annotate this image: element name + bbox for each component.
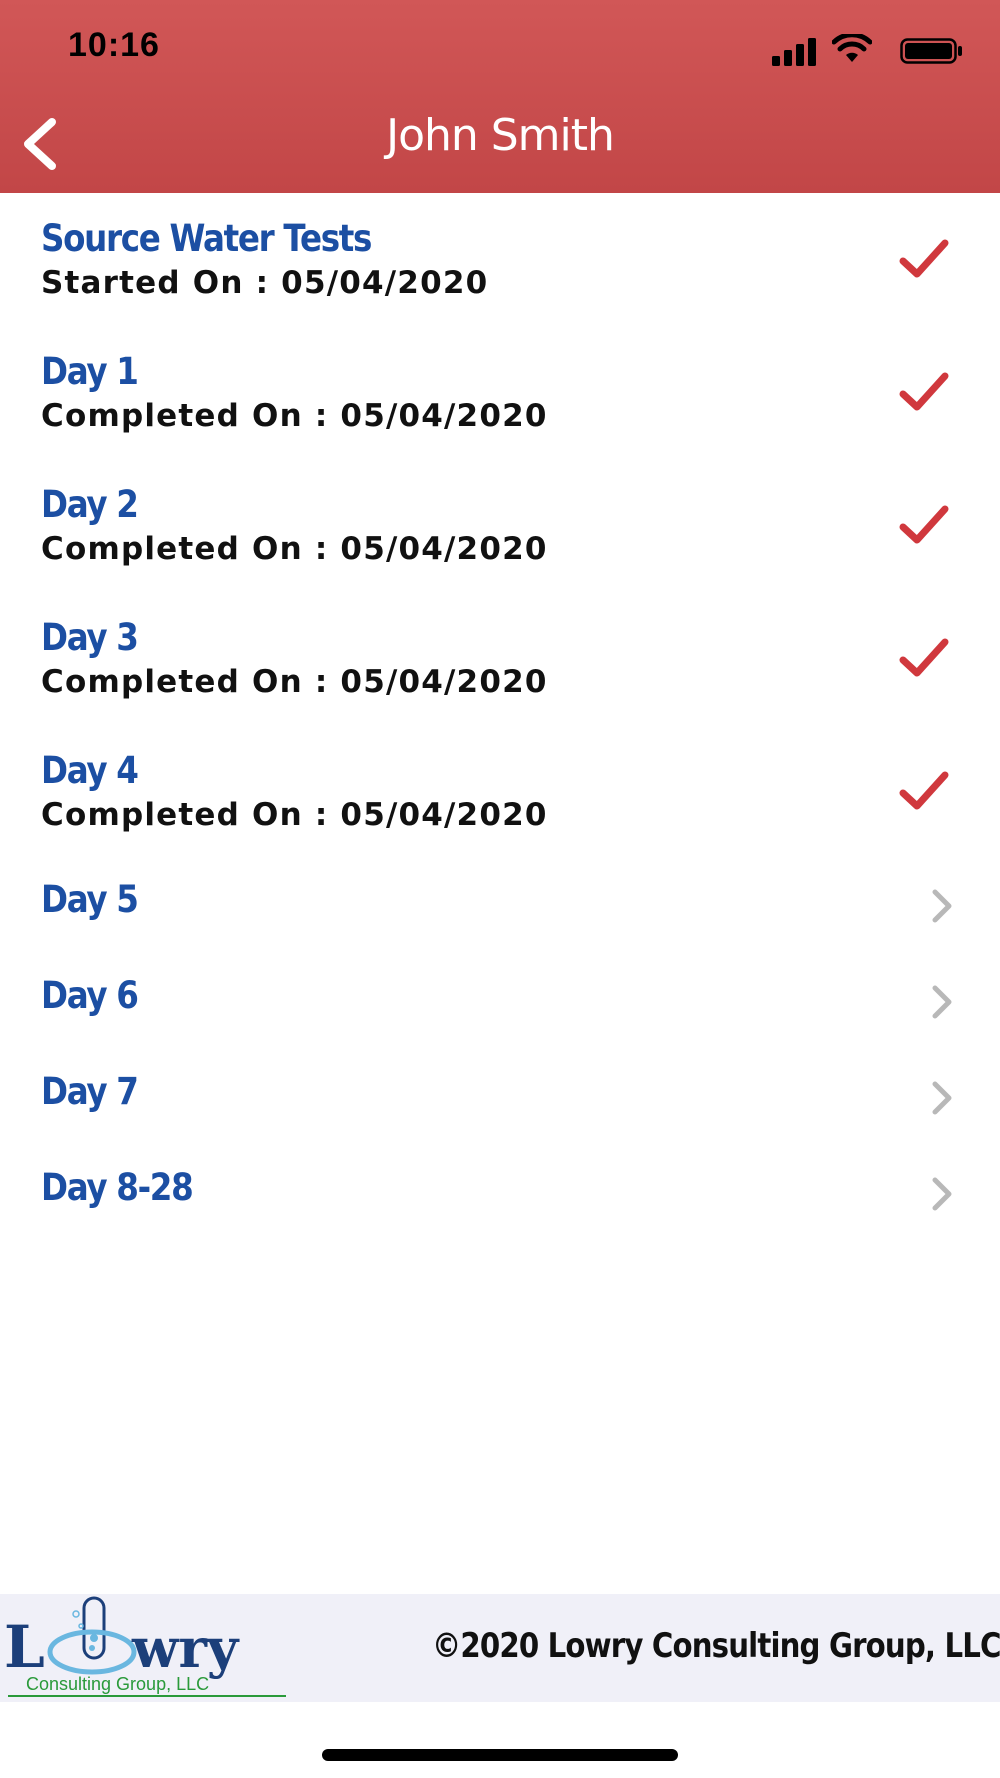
svg-text:Consulting Group, LLC: Consulting Group, LLC [26,1674,209,1694]
chevron-right-icon [932,985,952,1019]
list-item-source-water-tests[interactable]: Source Water Tests Started On : 05/04/20… [0,193,1000,326]
checkmark-icon [899,372,949,411]
list-item-title: Day 2 [41,483,139,526]
list-item-day-4[interactable]: Day 4 Completed On : 05/04/2020 [0,725,1000,858]
battery-icon [900,38,962,64]
svg-text:L: L [4,1613,45,1681]
chevron-right-icon [932,1177,952,1211]
list-item-day-5[interactable]: Day 5 [0,858,1000,954]
list-item-day-3[interactable]: Day 3 Completed On : 05/04/2020 [0,592,1000,725]
list-item-day-1[interactable]: Day 1 Completed On : 05/04/2020 [0,326,1000,459]
home-indicator [322,1749,678,1761]
list-item-day-7[interactable]: Day 7 [0,1050,1000,1146]
list-item-subtitle: Completed On : 05/04/2020 [41,797,548,833]
list-item-subtitle: Started On : 05/04/2020 [41,265,489,301]
page-title: John Smith [386,110,615,161]
list-item-title: Day 3 [41,616,139,659]
status-time: 10:16 [68,26,160,64]
list-item-subtitle: Completed On : 05/04/2020 [41,531,548,567]
list-item-title: Day 6 [41,974,139,1017]
nav-header: 10:16 John Smith [0,0,1000,193]
list-item-title: Day 7 [41,1070,139,1113]
signal-icon [772,38,816,66]
wifi-icon [832,34,872,62]
checkmark-icon [899,638,949,677]
list-item-title: Day 1 [41,350,139,393]
checkmark-icon [899,505,949,544]
copyright-text: ©2020 Lowry Consulting Group, LLC [432,1626,1000,1666]
checkmark-icon [899,239,949,278]
list-item-subtitle: Completed On : 05/04/2020 [41,664,548,700]
company-logo: L wry Consulting Group, LLC [4,1596,286,1697]
chevron-right-icon [932,1081,952,1115]
checkmark-icon [899,771,949,810]
list-item-day-2[interactable]: Day 2 Completed On : 05/04/2020 [0,459,1000,592]
list-item-title: Day 5 [41,878,139,921]
list-item-title: Source Water Tests [41,217,372,260]
footer: L wry Consulting Group, LLC ©2020 Lowry … [0,1594,1000,1702]
list-item-title: Day 8-28 [41,1166,194,1209]
test-list: Source Water Tests Started On : 05/04/20… [0,193,1000,1242]
list-item-day-6[interactable]: Day 6 [0,954,1000,1050]
list-item-title: Day 4 [41,749,139,792]
svg-text:wry: wry [131,1616,240,1680]
list-item-day-8-28[interactable]: Day 8-28 [0,1146,1000,1242]
list-item-subtitle: Completed On : 05/04/2020 [41,398,548,434]
chevron-right-icon [932,889,952,923]
